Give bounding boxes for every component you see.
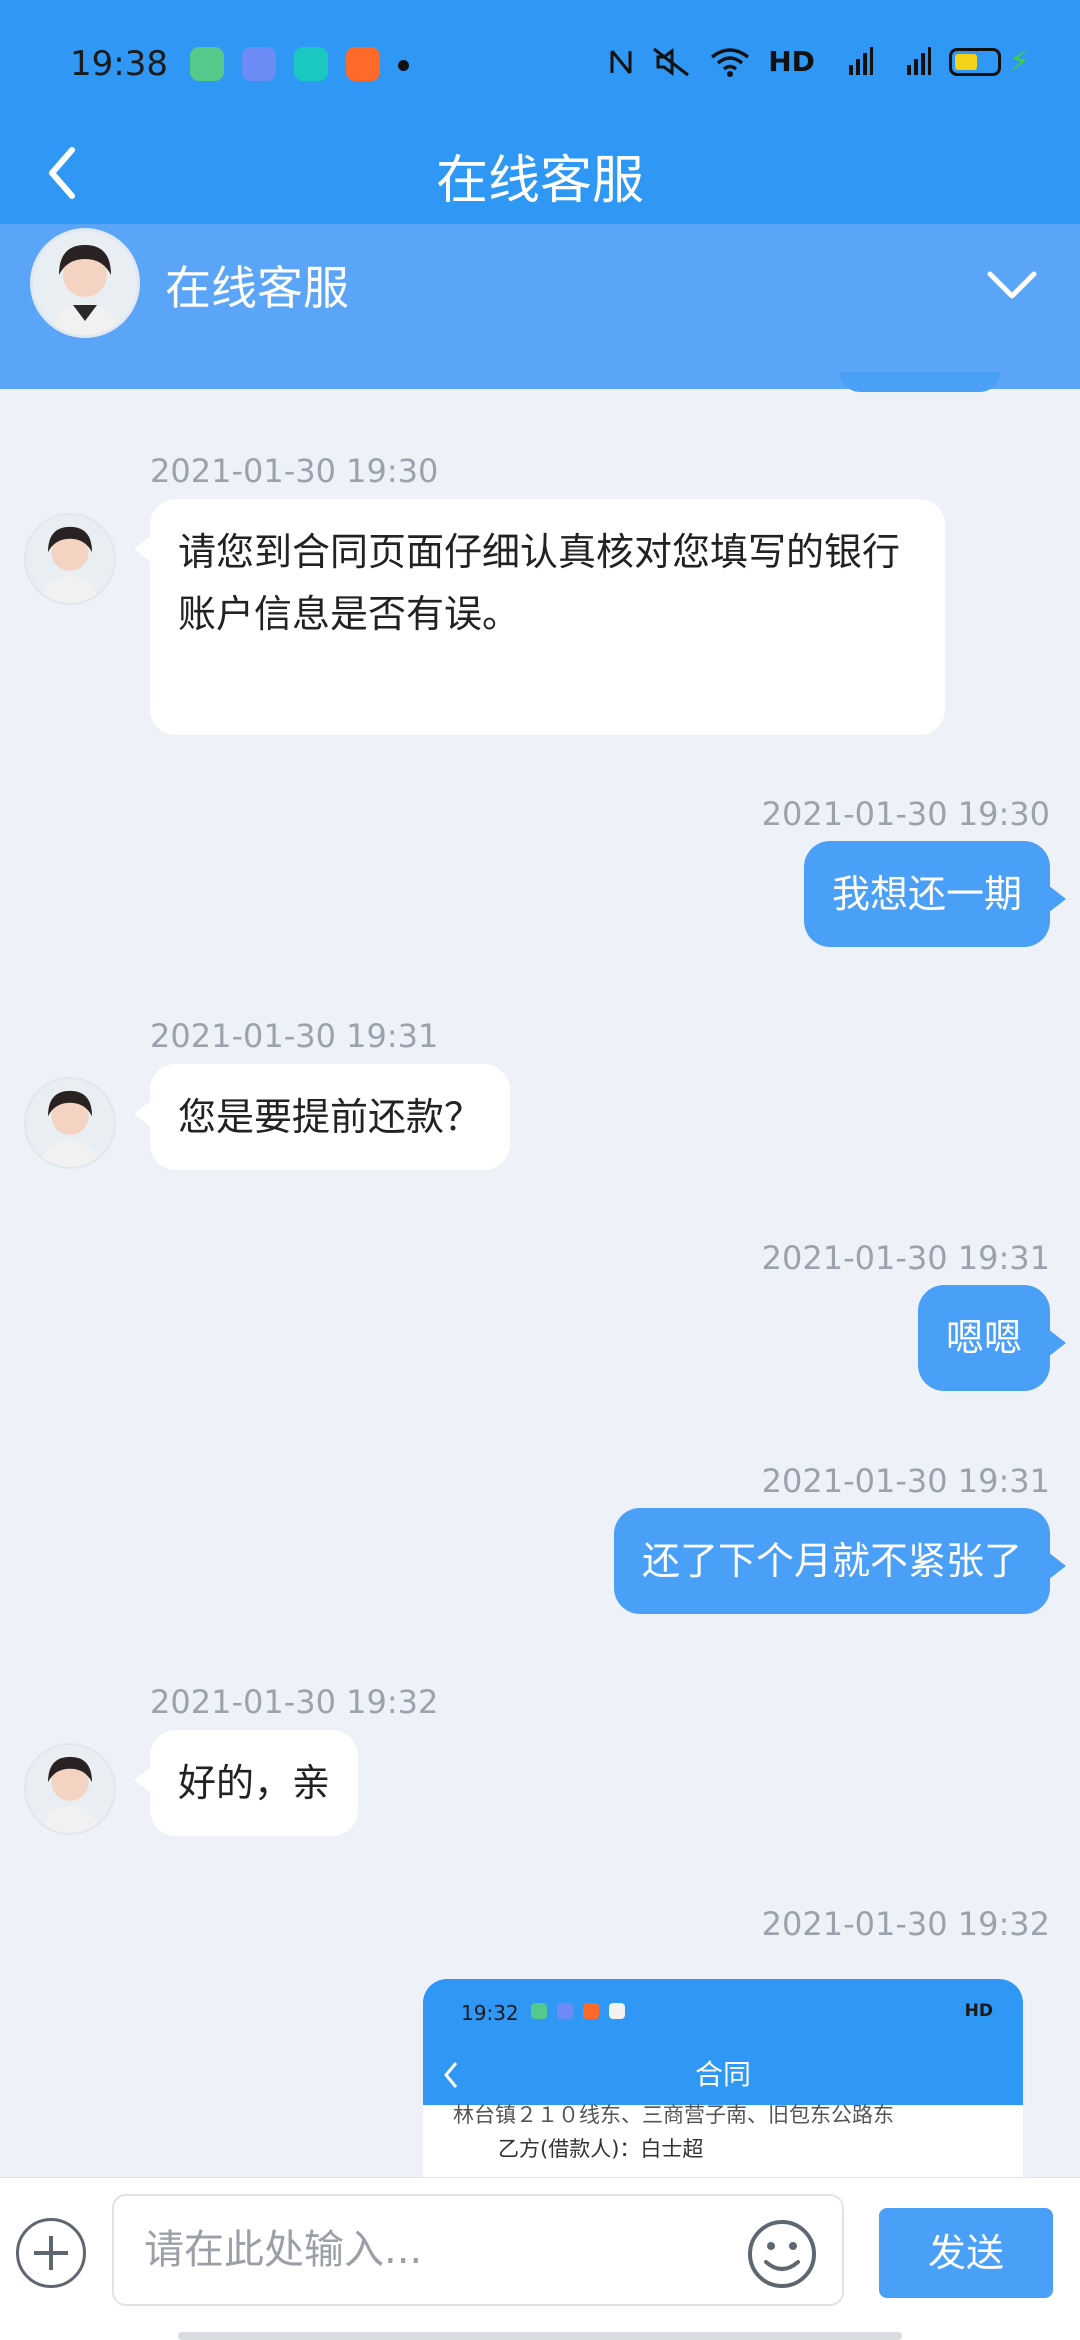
image-contract-line: 林台镇２１０线东、三商营子南、旧包东公路东 [453,2103,894,2127]
message-timestamp: 2021-01-30 19:32 [150,1683,439,1721]
image-contract-body: 林台镇２１０线东、三商营子南、旧包东公路东 乙方(借款人)：白士超 [423,2103,1023,2177]
infinity-app-icon [242,47,276,81]
message-bubble-incoming[interactable]: 您是要提前还款？ [133,1064,511,1170]
image-contract-line: 乙方(借款人)：白士超 [498,2137,704,2161]
charging-icon: ⚡ [1008,44,1030,79]
emoji-icon[interactable] [746,2218,818,2290]
message-input[interactable] [144,2218,724,2282]
signal-4g-icon [848,46,873,75]
image-status-time: 19:32 [461,2001,519,2025]
nfc-icon [610,49,632,74]
send-button[interactable]: 发送 [879,2208,1053,2298]
infinity-app-icon [557,2003,573,2019]
agent-avatar [24,513,116,605]
kuaishou-app-icon [346,47,380,81]
battery-icon [948,47,1001,76]
agent-header[interactable]: 在线客服 [0,224,1080,389]
title-bar: 在线客服 [0,128,1080,224]
image-title-bar: 合同 [423,2045,1023,2105]
back-arrow-icon [444,2062,458,2088]
image-status-bar: 19:32 HD [423,1979,1023,2045]
agent-name: 在线客服 [165,261,349,315]
agent-avatar [24,1077,116,1169]
agent-avatar [30,228,140,338]
mail-icon [609,2003,625,2019]
message-timestamp: 2021-01-30 19:30 [761,795,1050,833]
message-bubble-incoming[interactable]: 请您到合同页面仔细认真核对您填写的银行账户信息是否有误。 [134,499,945,735]
status-bar: 19:38 HD ⚡ [0,0,1080,128]
status-indicators: HD ⚡ [608,44,1030,79]
add-attachment-button[interactable] [16,2218,86,2288]
message-timestamp: 2021-01-30 19:30 [150,452,439,490]
message-bubble-incoming[interactable]: 好的，亲 [133,1730,359,1836]
mute-icon [653,47,690,76]
message-timestamp: 2021-01-30 19:32 [761,1905,1050,1943]
message-timestamp: 2021-01-30 19:31 [761,1462,1050,1500]
kuaishou-app-icon [583,2003,599,2019]
image-page-title: 合同 [694,2058,751,2091]
navigation-bar [178,2332,902,2340]
agent-avatar [24,1743,116,1835]
message-timestamp: 2021-01-30 19:31 [761,1239,1050,1277]
message-bubble-outgoing[interactable]: 还了下个月就不紧张了 [613,1508,1067,1614]
chat-list[interactable]: 2021-01-30 19:30 请您到合同页面仔细认真核对您填写的银行账户信息… [0,389,1080,2177]
wifi-icon [711,47,750,77]
signal-4g-icon-2 [906,46,931,75]
message-bubble-outgoing[interactable]: 嗯嗯 [917,1285,1067,1391]
chevron-down-icon[interactable] [984,264,1040,304]
image-status-right: HD [964,2001,993,2021]
message-bubble-outgoing[interactable]: 我想还一期 [803,841,1067,947]
camera-app-icon [294,47,328,81]
message-timestamp: 2021-01-30 19:31 [150,1017,439,1055]
notes-app-icon [190,47,224,81]
notes-app-icon [531,2003,547,2019]
page-title: 在线客服 [435,151,644,211]
notification-dot-icon [398,60,409,71]
input-bar: 发送 [0,2177,1080,2340]
status-time: 19:38 [70,44,168,84]
image-message[interactable]: 19:32 HD 合同 林台镇２１０线东、三商营子南、旧包东公路东 乙方(借款人… [423,1979,1023,2177]
hd-label: HD [768,45,815,78]
message-input-container[interactable] [112,2194,844,2306]
